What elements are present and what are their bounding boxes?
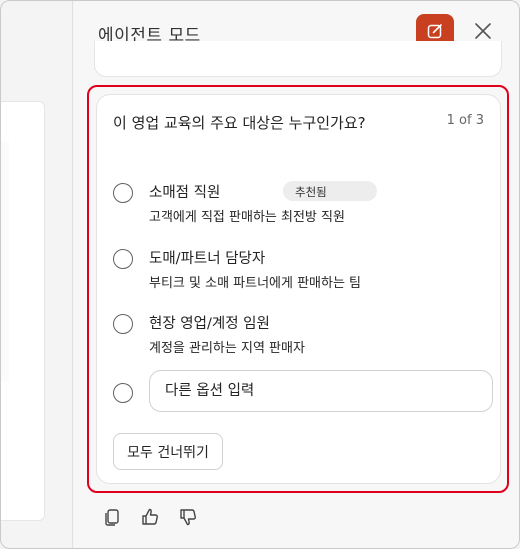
question-counter: 1 of 3	[446, 113, 484, 128]
feedback-bar	[100, 507, 200, 531]
option-title: 도매/파트너 담당자	[149, 251, 266, 267]
document-edge	[1, 141, 9, 381]
like-button[interactable]	[138, 507, 162, 531]
option-radio[interactable]	[113, 383, 133, 403]
option-radio[interactable]	[113, 249, 133, 269]
app-window: 에이전트 모드 이 영업 교육의 주요 대상은 누구인가요? 1 of 3 소매…	[0, 0, 520, 549]
copy-button[interactable]	[100, 507, 124, 531]
dislike-button[interactable]	[176, 507, 200, 531]
option-title: 소매점 직원	[149, 185, 221, 201]
recommended-badge: 추천됨	[283, 181, 377, 201]
agent-panel: 에이전트 모드 이 영업 교육의 주요 대상은 누구인가요? 1 of 3 소매…	[74, 1, 519, 548]
option-description: 부티크 및 소매 파트너에게 판매하는 팀	[149, 276, 362, 291]
option-title: 현장 영업/계정 임원	[149, 316, 270, 332]
option-description: 고객에게 직접 판매하는 최전방 직원	[149, 210, 345, 225]
thumbs-up-icon	[140, 507, 160, 531]
option-radio[interactable]	[113, 183, 133, 203]
thumbs-down-icon	[178, 507, 198, 531]
skip-all-button[interactable]: 모두 건너뛰기	[113, 433, 223, 470]
other-option-input[interactable]: 다른 옵션 입력	[149, 370, 493, 412]
option-description: 계정을 관리하는 지역 판매자	[149, 341, 305, 356]
previous-message-card	[94, 41, 502, 77]
document-pane	[1, 1, 73, 548]
question-card: 이 영업 교육의 주요 대상은 누구인가요? 1 of 3 소매점 직원 추천됨…	[96, 94, 501, 484]
option-radio[interactable]	[113, 314, 133, 334]
other-option-placeholder: 다른 옵션 입력	[165, 383, 255, 399]
copy-icon	[102, 507, 122, 531]
question-text: 이 영업 교육의 주요 대상은 누구인가요?	[113, 114, 366, 132]
